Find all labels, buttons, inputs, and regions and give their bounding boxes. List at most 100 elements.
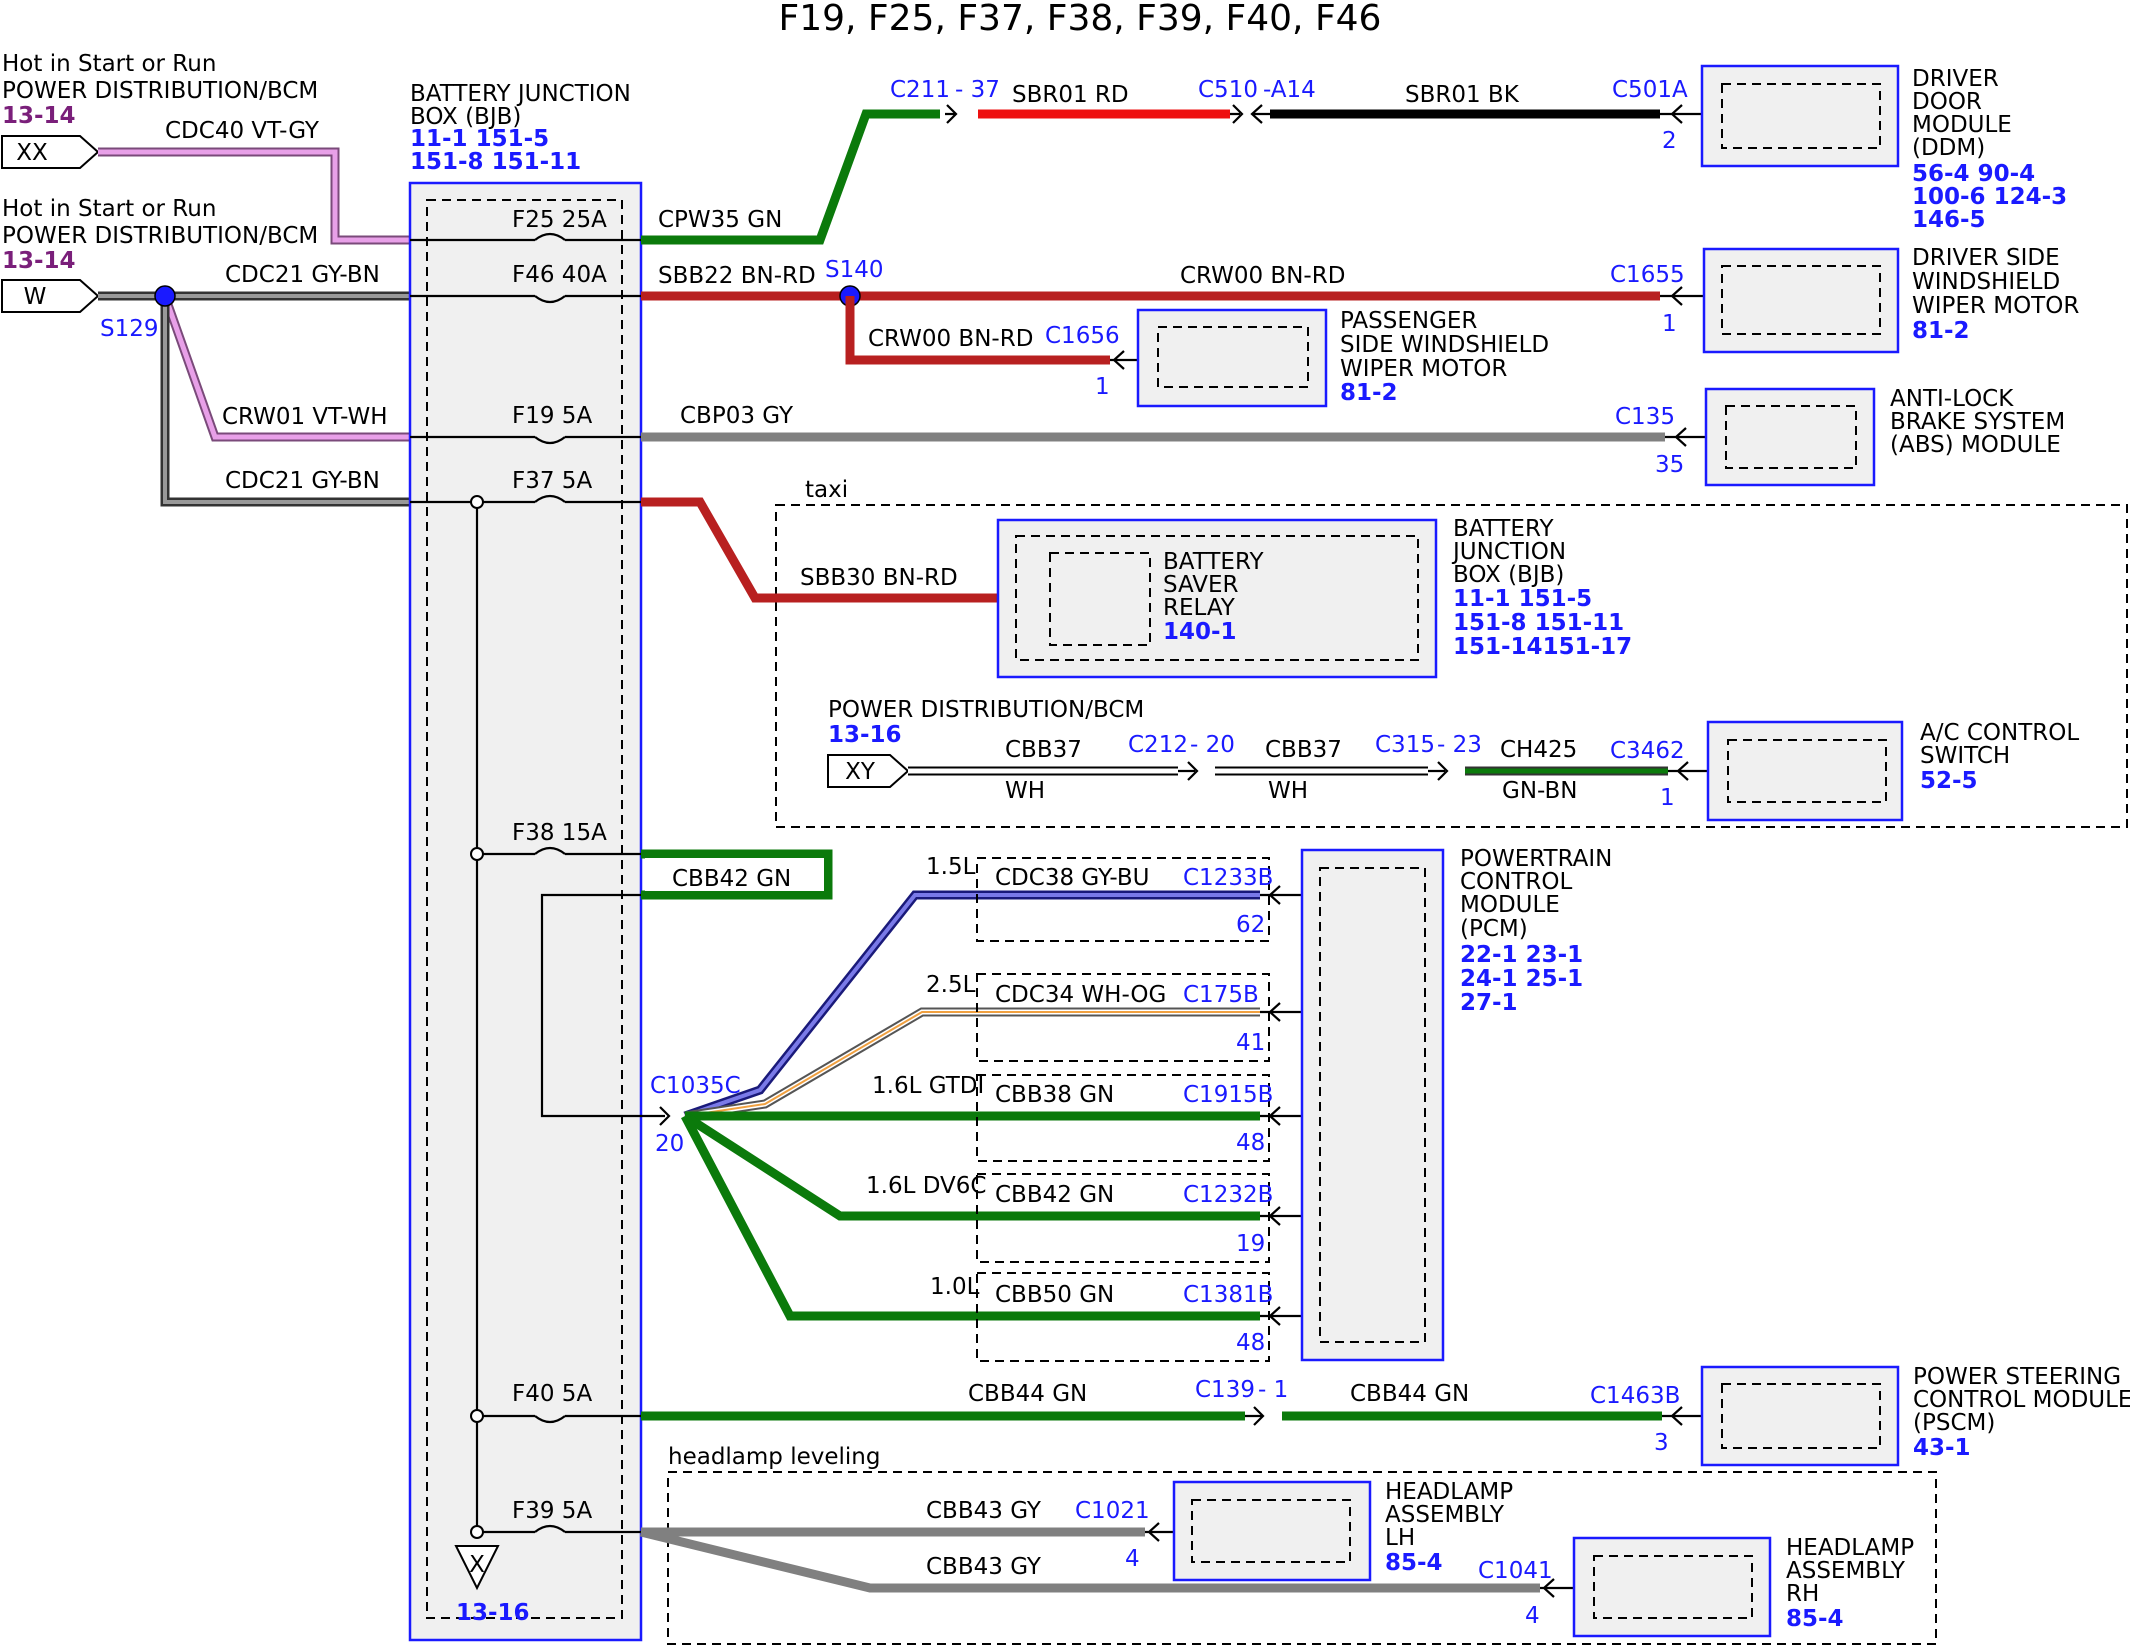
pcm-ref2: 24-1 25-1: [1460, 966, 1583, 992]
ddm-l4: (DDM): [1912, 135, 1985, 161]
wire-label-cbb44-a: CBB44 GN: [968, 1381, 1087, 1407]
ac-ref1: 52-5: [1920, 768, 1978, 794]
source-xy-desc: POWER DISTRIBUTION/BCM: [828, 697, 1144, 723]
connector-c212: C212: [1128, 732, 1188, 758]
connector-c1021-pin: 4: [1125, 1546, 1140, 1572]
group-headlamp-label: headlamp leveling: [668, 1444, 880, 1470]
source-w-ref: 13-14: [2, 248, 76, 274]
connector-c211: C211: [890, 77, 950, 103]
dswm-l3: WIPER MOTOR: [1912, 293, 2079, 319]
wire-label-cbb43-a: CBB43 GY: [926, 1498, 1042, 1524]
group-taxi-label: taxi: [805, 477, 848, 503]
connector-c1233b-pin: 62: [1236, 912, 1265, 938]
pcm-branches: [681, 890, 1260, 1321]
connector-c212-pin: - 20: [1190, 732, 1235, 758]
connector-c501a: C501A: [1612, 77, 1688, 103]
connector-c175b-pin: 41: [1236, 1030, 1265, 1056]
wire-label-cdc21-bottom: CDC21 GY-BN: [225, 468, 380, 494]
engine-2-5l: 2.5L: [926, 972, 976, 998]
wire-crw01: CRW01 VT-WH: [160, 294, 410, 442]
wire-label-cbb44-b: CBB44 GN: [1350, 1381, 1469, 1407]
abs-l3: (ABS) MODULE: [1890, 432, 2061, 458]
connector-c1655: C1655: [1610, 262, 1685, 288]
pcm-branch-labels: 1.5L 2.5L 1.6L GTDI 1.6L DV6C 1.0L CDC38…: [866, 854, 1320, 1362]
wire-label-gn-bn: GN-BN: [1502, 778, 1578, 804]
splice-s129: [154, 285, 176, 307]
wiring-diagram: F19, F25, F37, F38, F39, F40, F46 Hot in…: [1, 0, 2130, 1645]
connector-c3462-pin: 1: [1660, 785, 1675, 811]
bjb-ref2: 151-8 151-11: [410, 149, 581, 175]
module-driver-wiper: DRIVER SIDE WINDSHIELD WIPER MOTOR 81-2: [1702, 245, 2079, 354]
connector-c3462: C3462: [1610, 738, 1685, 764]
circuit-ac-switch: POWER DISTRIBUTION/BCM 13-16 XY CBB37 WH…: [827, 697, 1728, 811]
source-w-desc1: Hot in Start or Run: [2, 196, 216, 222]
source-xx-desc2: POWER DISTRIBUTION/BCM: [2, 78, 318, 104]
wire-label-cbb42-b: CBB42 GN: [995, 1182, 1114, 1208]
circuit-f19: CBP03 GY C135 35: [641, 403, 1726, 478]
pcm-ref3: 27-1: [1460, 990, 1518, 1016]
fuse-f19-label: F19 5A: [512, 403, 592, 429]
ground-x-ref: 13-16: [456, 1600, 530, 1626]
module-ddm: DRIVER DOOR MODULE (DDM) 56-4 90-4 100-6…: [1700, 64, 2067, 233]
pswm-ref1: 81-2: [1340, 380, 1398, 406]
wire-label-cdc34: CDC34 WH-OG: [995, 982, 1166, 1008]
connector-c1233b: C1233B: [1183, 865, 1273, 891]
connector-c175b: C175B: [1183, 982, 1259, 1008]
wire-label-cdc40: CDC40 VT-GY: [165, 118, 320, 144]
wire-label-sbb30: SBB30 BN-RD: [800, 565, 958, 591]
wire-label-cbb37-b: CBB37: [1265, 737, 1342, 763]
bjb2-ref2: 151-8 151-11: [1453, 610, 1624, 636]
dswm-ref1: 81-2: [1912, 318, 1970, 344]
source-w-tag: W: [24, 284, 47, 310]
hlh-ref1: 85-4: [1385, 1550, 1443, 1576]
connector-c139-pin: - 1: [1258, 1377, 1288, 1403]
splice-s140-label: S140: [825, 257, 884, 283]
fuse-f40-label: F40 5A: [512, 1381, 592, 1407]
connector-c139: C139: [1195, 1377, 1255, 1403]
wire-label-cdc21-top: CDC21 GY-BN: [225, 262, 380, 288]
source-w-desc2: POWER DISTRIBUTION/BCM: [2, 223, 318, 249]
connector-c510-pin: -A14: [1263, 77, 1316, 103]
fuse-f25-label: F25 25A: [512, 207, 607, 233]
pswm-l1: PASSENGER: [1340, 308, 1477, 334]
wire-label-cbb50: CBB50 GN: [995, 1282, 1114, 1308]
connector-c1041: C1041: [1478, 1558, 1553, 1584]
wire-label-wh-a: WH: [1005, 778, 1045, 804]
bjb2-ref3: 151-14151-17: [1453, 634, 1632, 660]
connector-c1915b: C1915B: [1183, 1082, 1273, 1108]
connector-c315: C315: [1375, 732, 1435, 758]
wire-label-sbb22: SBB22 BN-RD: [658, 263, 816, 289]
connector-c1381b: C1381B: [1183, 1282, 1273, 1308]
module-ac-switch: A/C CONTROL SWITCH 52-5: [1706, 720, 2079, 822]
source-xx-desc1: Hot in Start or Run: [2, 51, 216, 77]
wire-label-crw01: CRW01 VT-WH: [222, 404, 388, 430]
connector-c315-pin: - 23: [1437, 732, 1482, 758]
engine-1-6l-gtdi: 1.6L GTDI: [872, 1073, 984, 1099]
hrh-l3: RH: [1786, 1581, 1819, 1607]
connector-c1381b-pin: 48: [1236, 1330, 1265, 1356]
connector-c1021: C1021: [1075, 1498, 1150, 1524]
engine-1-0l: 1.0L: [930, 1274, 980, 1300]
pswm-l2: SIDE WINDSHIELD: [1340, 332, 1549, 358]
source-w-tag-shape: [1, 279, 100, 313]
module-pcm: POWERTRAIN CONTROL MODULE (PCM) 22-1 23-…: [1300, 846, 1612, 1362]
connector-c510: C510: [1198, 77, 1258, 103]
wire-label-crw00-main: CRW00 BN-RD: [1180, 263, 1345, 289]
wire-label-ch425: CH425: [1500, 737, 1577, 763]
connector-c1656: C1656: [1045, 323, 1120, 349]
wire-label-cbb42-a: CBB42 GN: [672, 866, 791, 892]
ddm-ref3: 146-5: [1912, 207, 1986, 233]
pscm-ref1: 43-1: [1913, 1435, 1971, 1461]
connector-c135-pin: 35: [1655, 452, 1684, 478]
diagram-title: F19, F25, F37, F38, F39, F40, F46: [779, 0, 1382, 39]
connector-c1041-pin: 4: [1525, 1603, 1540, 1629]
module-abs: ANTI-LOCK BRAKE SYSTEM (ABS) MODULE: [1704, 386, 2065, 487]
source-xx-tag: XX: [16, 140, 48, 166]
wire-label-cbb38: CBB38 GN: [995, 1082, 1114, 1108]
pcm-ref1: 22-1 23-1: [1460, 942, 1583, 968]
engine-1-5l: 1.5L: [926, 854, 976, 880]
module-headlamp-rh: HEADLAMP ASSEMBLY RH 85-4: [1572, 1535, 1914, 1638]
connector-c135: C135: [1615, 404, 1675, 430]
wire-label-sbr01-bk: SBR01 BK: [1405, 82, 1520, 108]
wire-label-cpw35: CPW35 GN: [658, 207, 782, 233]
